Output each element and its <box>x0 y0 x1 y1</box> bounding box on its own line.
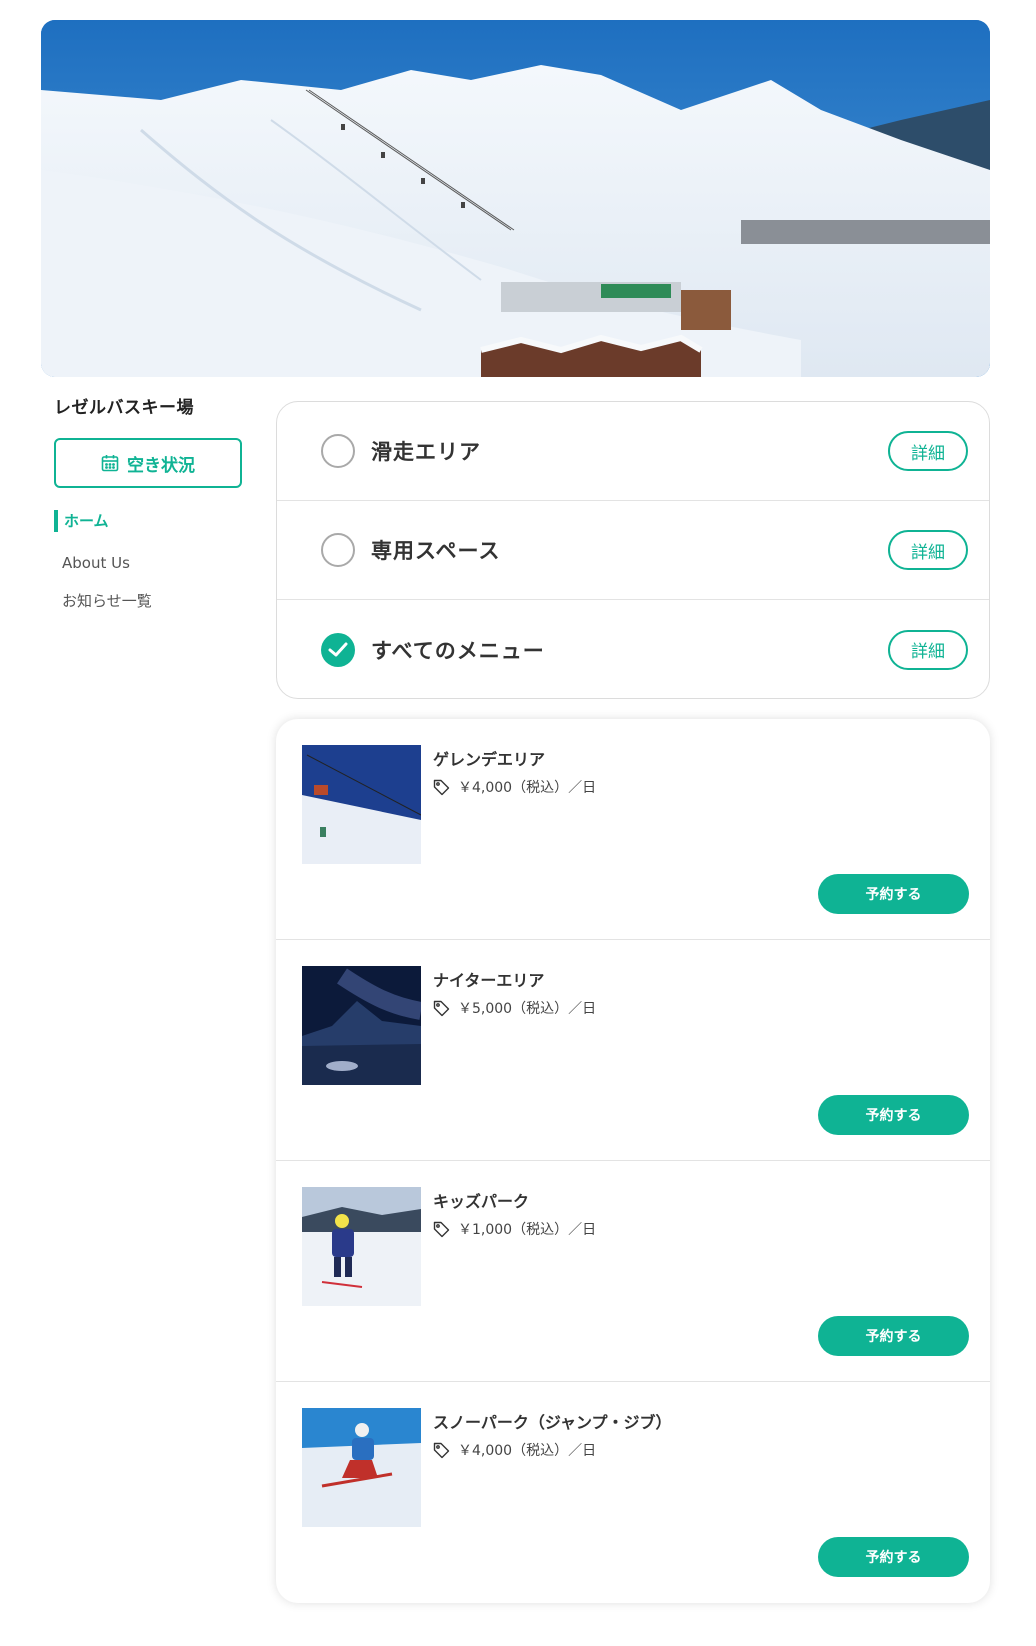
filter-row-slope-area[interactable]: 滑走エリア 詳細 <box>277 402 989 501</box>
category-filter-panel: 滑走エリア 詳細 専用スペース 詳細 すべてのメニュー 詳細 <box>276 401 990 699</box>
hero-image <box>41 20 990 377</box>
menu-list: ゲレンデエリア ￥4,000（税込）／日 予約する ナイターエリア ￥5,000… <box>276 719 990 1603</box>
menu-item: ゲレンデエリア ￥4,000（税込）／日 予約する <box>276 719 990 940</box>
radio-unchecked[interactable] <box>321 533 355 567</box>
menu-item-price: ￥5,000（税込）／日 <box>433 998 596 1018</box>
filter-label: 専用スペース <box>371 539 501 563</box>
menu-item-price: ￥4,000（税込）／日 <box>433 777 596 797</box>
detail-button[interactable]: 詳細 <box>888 530 968 570</box>
menu-item: スノーパーク（ジャンプ・ジブ） ￥4,000（税込）／日 予約する <box>276 1382 990 1603</box>
availability-button-label: 空き状況 <box>127 455 195 476</box>
price-tag-icon <box>433 779 450 796</box>
filter-label: すべてのメニュー <box>371 638 545 663</box>
menu-item: ナイターエリア ￥5,000（税込）／日 予約する <box>276 940 990 1161</box>
menu-item-title: ナイターエリア <box>433 971 545 990</box>
thumbnail-slope-area <box>302 745 421 864</box>
sidebar: レゼルバスキー場 空き状況 ホーム About Us お知らせ一覧 <box>54 396 244 612</box>
thumbnail-kids-park <box>302 1187 421 1306</box>
detail-button[interactable]: 詳細 <box>888 629 968 670</box>
filter-row-all-menus[interactable]: すべてのメニュー 詳細 <box>277 600 989 699</box>
nav-item-news-list[interactable]: お知らせ一覧 <box>54 590 244 612</box>
radio-unchecked[interactable] <box>321 434 355 468</box>
detail-button[interactable]: 詳細 <box>888 431 968 471</box>
reserve-button[interactable]: 予約する <box>818 1537 969 1577</box>
ski-resort-illustration <box>41 20 990 377</box>
menu-item-title: スノーパーク（ジャンプ・ジブ） <box>433 1413 672 1432</box>
reserve-button[interactable]: 予約する <box>818 1095 969 1135</box>
thumbnail-night-area <box>302 966 421 1085</box>
price-text: ￥4,000（税込）／日 <box>458 780 597 796</box>
radio-checked[interactable] <box>321 632 355 667</box>
menu-item-price: ￥1,000（税込）／日 <box>433 1219 596 1239</box>
price-text: ￥5,000（税込）／日 <box>458 1001 597 1017</box>
filter-label: 滑走エリア <box>371 440 481 464</box>
filter-row-private-space[interactable]: 専用スペース 詳細 <box>277 501 989 600</box>
sidebar-nav: ホーム About Us お知らせ一覧 <box>54 510 244 612</box>
nav-item-about-us[interactable]: About Us <box>54 552 244 574</box>
price-tag-icon <box>433 1442 450 1459</box>
price-text: ￥1,000（税込）／日 <box>458 1222 597 1238</box>
calendar-icon <box>101 454 119 472</box>
price-tag-icon <box>433 1221 450 1238</box>
availability-button[interactable]: 空き状況 <box>54 438 242 488</box>
menu-item: キッズパーク ￥1,000（税込）／日 予約する <box>276 1161 990 1382</box>
facility-name: レゼルバスキー場 <box>54 398 194 418</box>
reserve-button[interactable]: 予約する <box>818 874 969 914</box>
check-icon <box>328 642 348 656</box>
menu-item-title: キッズパーク <box>433 1192 530 1211</box>
thumbnail-snow-park <box>302 1408 421 1527</box>
price-tag-icon <box>433 1000 450 1017</box>
menu-item-price: ￥4,000（税込）／日 <box>433 1440 596 1460</box>
menu-item-title: ゲレンデエリア <box>433 750 546 769</box>
nav-item-home[interactable]: ホーム <box>54 510 244 532</box>
reserve-button[interactable]: 予約する <box>818 1316 969 1356</box>
price-text: ￥4,000（税込）／日 <box>458 1443 597 1459</box>
